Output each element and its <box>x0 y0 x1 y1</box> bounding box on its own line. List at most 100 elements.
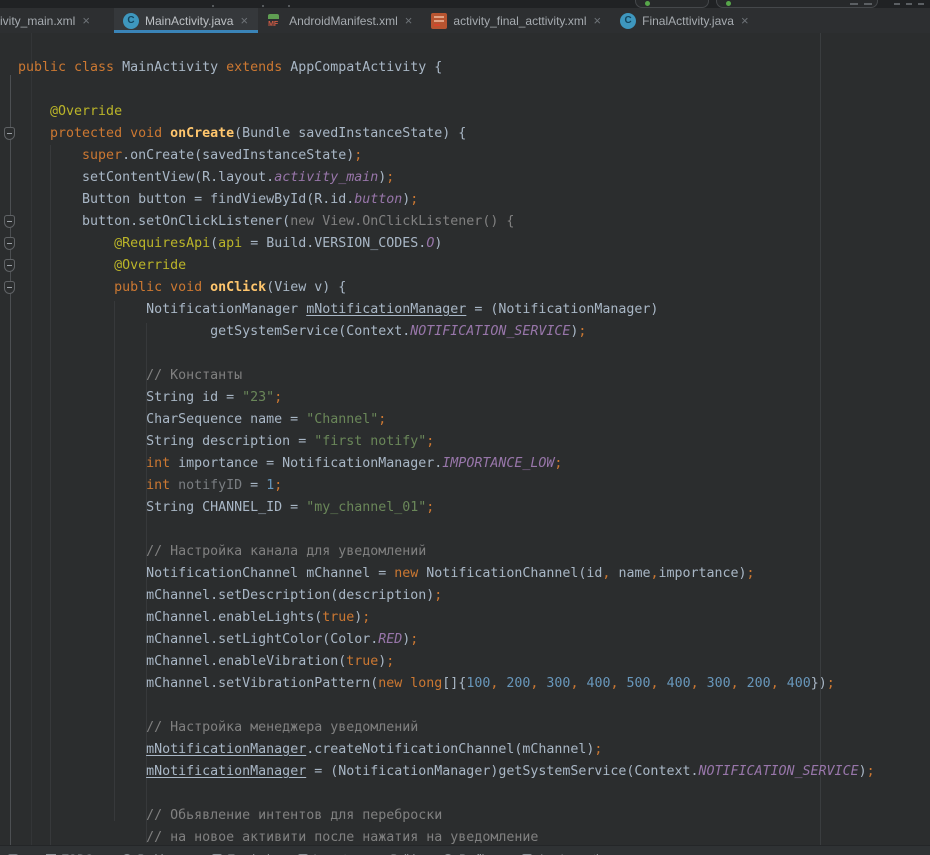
code-line[interactable]: String id = "23"; <box>18 387 875 409</box>
code-line[interactable]: mChannel.enableLights(true); <box>18 607 875 629</box>
tab-label: ivity_main.xml <box>0 14 75 28</box>
fold-collapse-icon[interactable] <box>4 281 15 294</box>
code-line[interactable]: super.onCreate(savedInstanceState); <box>18 145 875 167</box>
code-token: // Настройка менеджера уведомлений <box>18 720 418 735</box>
code-token: new <box>394 566 426 581</box>
window-control-icon[interactable] <box>894 3 900 5</box>
code-line[interactable]: mChannel.setVibrationPattern(new long[]{… <box>18 673 875 695</box>
code-line[interactable]: int importance = NotificationManager.IMP… <box>18 453 875 475</box>
window-control-icon[interactable] <box>918 3 924 5</box>
tab-activity-main-xml[interactable]: ivity_main.xml × <box>0 8 114 33</box>
code-line[interactable]: String description = "first notify"; <box>18 431 875 453</box>
code-line[interactable]: CharSequence name = "Channel"; <box>18 409 875 431</box>
code-token: extends <box>226 60 290 75</box>
code-area: public class MainActivity extends AppCom… <box>18 57 875 845</box>
code-line[interactable]: Button button = findViewById(R.id.button… <box>18 189 875 211</box>
code-line[interactable]: setContentView(R.layout.activity_main); <box>18 167 875 189</box>
close-icon[interactable]: × <box>81 14 91 27</box>
fold-collapse-icon[interactable] <box>4 237 15 250</box>
code-token: []{ <box>442 676 466 691</box>
code-line[interactable]: @Override <box>18 255 875 277</box>
toolbar-icon[interactable] <box>864 3 872 5</box>
code-line[interactable]: @Override <box>18 101 875 123</box>
code-token: mChannel.setVibrationPattern( <box>18 676 378 691</box>
code-token: notifyID <box>178 478 242 493</box>
window-control-icon[interactable] <box>906 3 912 5</box>
code-line[interactable]: NotificationManager mNotificationManager… <box>18 299 875 321</box>
code-token: onClick <box>210 280 266 295</box>
code-line[interactable]: button.setOnClickListener(new View.OnCli… <box>18 211 875 233</box>
code-line[interactable]: mChannel.setDescription(description); <box>18 585 875 607</box>
code-token: ; <box>594 742 602 757</box>
fold-collapse-icon[interactable] <box>4 127 15 140</box>
code-token: 400 <box>787 676 811 691</box>
close-icon[interactable]: × <box>239 14 249 27</box>
code-line[interactable]: mNotificationManager.createNotificationC… <box>18 739 875 761</box>
code-line[interactable] <box>18 695 875 717</box>
fold-collapse-icon[interactable] <box>4 259 15 272</box>
code-token: setContentView(R.layout. <box>18 170 274 185</box>
code-line[interactable]: mChannel.enableVibration(true); <box>18 651 875 673</box>
code-token: = <box>242 478 266 493</box>
code-line[interactable]: NotificationChannel mChannel = new Notif… <box>18 563 875 585</box>
code-token: @RequiresApi <box>18 236 210 251</box>
code-line[interactable] <box>18 519 875 541</box>
code-line[interactable]: getSystemService(Context.NOTIFICATION_SE… <box>18 321 875 343</box>
run-icon[interactable] <box>726 1 731 6</box>
code-line[interactable]: String CHANNEL_ID = "my_channel_01"; <box>18 497 875 519</box>
code-line[interactable]: // Настройка канала для уведомлений <box>18 541 875 563</box>
code-token: true <box>322 610 354 625</box>
tab-mainactivity-java[interactable]: C MainActivity.java × <box>114 8 258 33</box>
editor-tab-bar: ivity_main.xml × C MainActivity.java × M… <box>0 8 930 33</box>
code-token: 200 <box>506 676 530 691</box>
tab-finalacttivity-java[interactable]: C FinalActtivity.java × <box>611 8 758 33</box>
run-icon[interactable] <box>645 1 650 6</box>
close-icon[interactable]: × <box>740 14 750 27</box>
code-token: ; <box>274 478 282 493</box>
code-token: 100 <box>466 676 490 691</box>
code-line[interactable]: mNotificationManager = (NotificationMana… <box>18 761 875 783</box>
code-line[interactable] <box>18 783 875 805</box>
code-token: onCreate <box>170 126 234 141</box>
code-token: ; <box>434 588 442 603</box>
code-line[interactable]: public class MainActivity extends AppCom… <box>18 57 875 79</box>
code-token: ; <box>426 500 434 515</box>
code-line[interactable]: mChannel.setLightColor(Color.RED); <box>18 629 875 651</box>
fold-collapse-icon[interactable] <box>4 215 15 228</box>
code-token: ; <box>386 170 394 185</box>
code-token: new View.OnClickListener() { <box>290 214 514 229</box>
code-line[interactable]: @RequiresApi(api = Build.VERSION_CODES.O… <box>18 233 875 255</box>
close-icon[interactable]: × <box>593 14 603 27</box>
code-token: ; <box>354 148 362 163</box>
code-line[interactable]: protected void onCreate(Bundle savedInst… <box>18 123 875 145</box>
code-token: ; <box>747 566 755 581</box>
ide-window: ivity_main.xml × C MainActivity.java × M… <box>0 0 930 855</box>
tab-androidmanifest-xml[interactable]: MF AndroidManifest.xml × <box>258 8 422 33</box>
code-token: // Константы <box>18 368 242 383</box>
code-token: 400 <box>586 676 610 691</box>
menu-fragment <box>212 5 214 7</box>
close-icon[interactable]: × <box>404 14 414 27</box>
code-line[interactable]: int notifyID = 1; <box>18 475 875 497</box>
code-token: , <box>651 676 667 691</box>
code-line[interactable]: // Константы <box>18 365 875 387</box>
code-token: @Override <box>18 258 186 273</box>
code-line[interactable]: // Обьявление интентов для переброски <box>18 805 875 827</box>
tab-activity-final-acttivity-xml[interactable]: activity_final_acttivity.xml × <box>422 8 611 33</box>
code-token: .onCreate(savedInstanceState) <box>122 148 354 163</box>
code-token: NotificationManager <box>18 302 306 317</box>
code-line[interactable] <box>18 343 875 365</box>
code-line[interactable] <box>18 79 875 101</box>
toolbar-icon[interactable] <box>850 3 858 5</box>
manifest-file-icon: MF <box>267 13 283 29</box>
code-token: (Bundle savedInstanceState) { <box>234 126 466 141</box>
code-token: mNotificationManager <box>146 742 306 757</box>
code-line[interactable]: // Настройка менеджера уведомлений <box>18 717 875 739</box>
code-editor[interactable]: public class MainActivity extends AppCom… <box>0 33 930 845</box>
code-line[interactable]: // на новое активити после нажатия на ув… <box>18 827 875 845</box>
code-token: 400 <box>667 676 691 691</box>
code-line[interactable]: public void onClick(View v) { <box>18 277 875 299</box>
code-token: new long <box>378 676 442 691</box>
code-token: , <box>691 676 707 691</box>
code-token: public void <box>18 280 210 295</box>
